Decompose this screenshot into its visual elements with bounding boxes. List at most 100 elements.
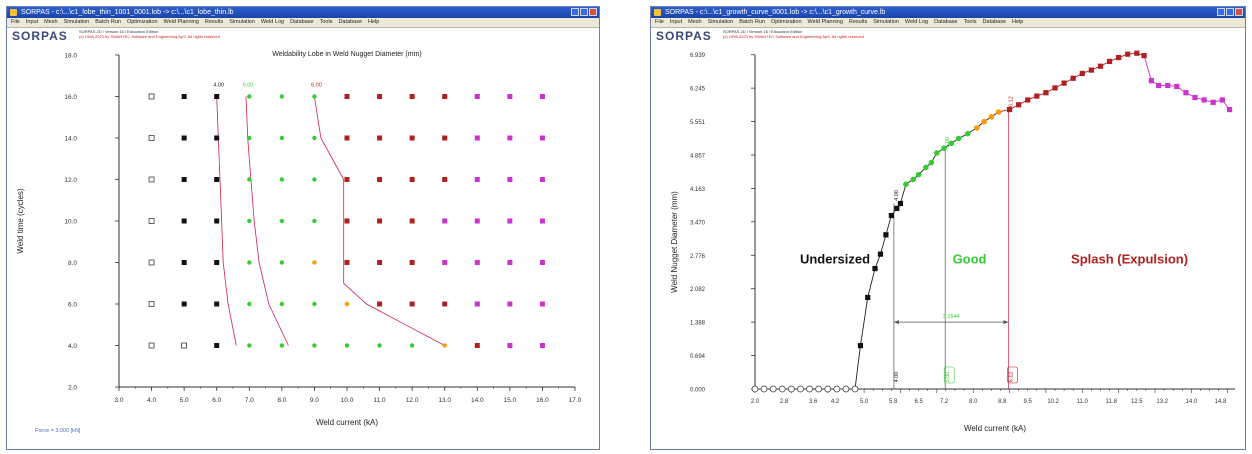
curve-point <box>988 114 995 120</box>
curve-point <box>923 164 929 171</box>
lobe-point <box>344 343 350 348</box>
minimize-button[interactable] <box>1217 8 1225 16</box>
minimize-button[interactable] <box>571 8 579 16</box>
menu-item[interactable]: Optimization <box>771 18 802 27</box>
y-axis-title: Weld Nugget Diameter (mm) <box>670 191 679 293</box>
lobe-point <box>279 343 285 348</box>
lobe-point <box>507 218 513 224</box>
lobe-point <box>409 94 415 99</box>
lobe-point <box>279 260 285 265</box>
lobe-boundary-line <box>216 96 237 346</box>
menu-item[interactable]: Help <box>368 18 379 27</box>
menu-item[interactable]: Results <box>205 18 223 27</box>
lobe-point <box>539 135 545 141</box>
lobe-point <box>377 301 383 307</box>
x-tick-label: 14.0 <box>471 397 484 404</box>
curve-point <box>769 385 777 393</box>
menu-item[interactable]: Results <box>849 18 867 27</box>
lobe-point <box>442 218 448 224</box>
menu-item[interactable]: Batch Run <box>739 18 765 27</box>
right-header-line2: (c) 1998-2023 by SWANTEC Software and En… <box>723 34 865 39</box>
range-arrow-head <box>893 320 899 325</box>
y-tick-label: 6.245 <box>690 87 706 93</box>
menu-item[interactable]: Weld Log <box>261 18 284 27</box>
menu-item[interactable]: Simulation <box>229 18 255 27</box>
curve-point <box>955 135 962 142</box>
menu-item[interactable]: Database <box>338 18 362 27</box>
x-tick-label: 5.0 <box>180 397 189 404</box>
curve-point <box>806 385 813 393</box>
range-value-label: 3.1544 <box>943 314 960 320</box>
menu-item[interactable]: File <box>655 18 664 27</box>
menu-item[interactable]: Input <box>670 18 682 27</box>
region-undersized-label: Undersized <box>800 252 870 267</box>
lobe-point <box>409 218 415 224</box>
curve-point <box>894 205 900 211</box>
curve-point <box>1141 53 1147 59</box>
y-tick-label: 12.0 <box>64 177 77 184</box>
menu-item[interactable]: Tools <box>320 18 333 27</box>
menu-item[interactable]: Simulation <box>64 18 90 27</box>
menu-item[interactable]: File <box>11 18 20 27</box>
lobe-point <box>474 135 480 141</box>
left-title-bar[interactable]: SORPAS - c:\...\c1_lobe_thin_1001_0001.l… <box>7 7 599 18</box>
curve-point <box>1106 58 1113 65</box>
lobe-point <box>214 343 220 348</box>
curve-point <box>941 145 947 151</box>
close-button[interactable] <box>1235 8 1243 16</box>
right-title-bar[interactable]: SORPAS - c:\...\c1_growth_curve_0001.lob… <box>651 7 1245 18</box>
curve-point <box>1061 80 1067 86</box>
menu-item[interactable]: Weld Planning <box>808 18 843 27</box>
y-tick-label: 14.0 <box>64 136 77 143</box>
menu-item[interactable]: Mesh <box>688 18 701 27</box>
curve-point <box>1125 51 1131 57</box>
lobe-point <box>377 135 383 141</box>
app-icon <box>654 9 661 16</box>
x-tick-label: 9.0 <box>310 397 319 404</box>
menu-item[interactable]: Input <box>26 18 38 27</box>
lobe-point <box>279 94 285 99</box>
lobe-point <box>442 343 447 348</box>
y-tick-label: 2.0 <box>68 385 77 392</box>
y-tick-label: 1.388 <box>690 321 706 327</box>
lobe-point <box>247 94 252 99</box>
menu-item[interactable]: Database <box>290 18 314 27</box>
menu-item[interactable]: Optimization <box>127 18 158 27</box>
menu-item[interactable]: Weld Log <box>905 18 928 27</box>
menu-item[interactable]: Batch Run <box>95 18 121 27</box>
y-tick-label: 0.000 <box>690 388 706 394</box>
x-tick-label: 10.0 <box>341 397 354 404</box>
x-tick-label: 8.0 <box>277 397 286 404</box>
x-tick-label: 10.2 <box>1047 399 1059 405</box>
lobe-point <box>214 218 220 224</box>
y-tick-label: 2.776 <box>690 254 706 260</box>
lobe-point <box>148 342 155 349</box>
menu-item[interactable]: Simulation <box>873 18 899 27</box>
lobe-point <box>279 135 285 141</box>
x-tick-label: 8.8 <box>998 399 1007 405</box>
lobe-point <box>344 135 350 141</box>
lobe-point <box>181 260 187 265</box>
curve-point <box>797 385 804 393</box>
right-menu-bar: File Input Mesh Simulation Batch Run Optimiza… <box>651 18 1245 28</box>
menu-item[interactable]: Tools <box>964 18 977 27</box>
boundary-label: 4.00 <box>213 83 224 89</box>
menu-item[interactable]: Mesh <box>44 18 57 27</box>
close-button[interactable] <box>589 8 597 16</box>
lobe-point <box>474 260 480 265</box>
menu-item[interactable]: Database <box>934 18 958 27</box>
curve-segment <box>867 268 876 298</box>
menu-item[interactable]: Weld Planning <box>164 18 199 27</box>
left-window-title: SORPAS - c:\...\c1_lobe_thin_1001_0001.l… <box>21 9 234 16</box>
menu-item[interactable]: Simulation <box>708 18 734 27</box>
maximize-button[interactable] <box>580 8 588 16</box>
curve-point <box>897 200 904 207</box>
lobe-point <box>148 176 155 183</box>
menu-item[interactable]: Help <box>1012 18 1023 27</box>
x-tick-label: 12.5 <box>1131 399 1143 405</box>
maximize-button[interactable] <box>1226 8 1234 16</box>
y-tick-label: 0.694 <box>690 354 706 360</box>
y-tick-label: 16.0 <box>64 94 77 101</box>
menu-item[interactable]: Database <box>982 18 1006 27</box>
lobe-point <box>344 260 350 265</box>
